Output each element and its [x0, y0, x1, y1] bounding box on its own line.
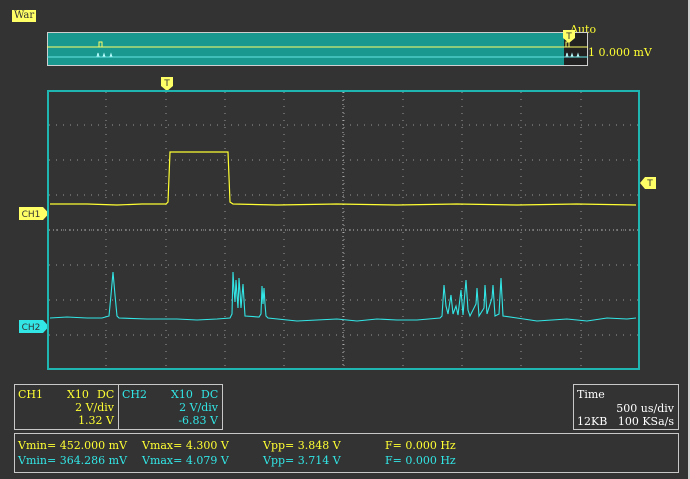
- ch2-marker-label: CH2: [22, 323, 41, 333]
- ch2-settings-panel[interactable]: CH2 X10 DC 2 V/div -6.83 V: [118, 384, 223, 430]
- ch1-offset: 1.32 V: [78, 414, 114, 427]
- timebase-panel[interactable]: Time 500 us/div 12KB 100 KSa/s: [573, 384, 679, 430]
- memory-overview-bar[interactable]: [47, 32, 588, 66]
- ch2-vmax: Vmax= 4.079 V: [142, 454, 229, 467]
- trigger-level-label: T: [646, 179, 653, 189]
- ch2-level-marker[interactable]: CH2: [19, 320, 49, 333]
- ch1-coupling: DC: [97, 388, 115, 401]
- ch1-settings-panel[interactable]: CH1 X10 DC 2 V/div 1.32 V: [14, 384, 119, 430]
- timebase-title: Time: [577, 388, 605, 401]
- ch1-marker-label: CH1: [22, 210, 41, 220]
- ch1-volts-div: 2 V/div: [75, 401, 114, 414]
- ch1-vmin: Vmin= 452.000 mV: [18, 439, 128, 452]
- trigger-level-marker[interactable]: T: [640, 177, 656, 189]
- ch2-name: CH2: [122, 388, 148, 401]
- ch1-vpp: Vpp= 3.848 V: [263, 439, 341, 452]
- oscilloscope-screen: War Auto CH1 0.000 mV T T T CH1 CH2 CH1 …: [0, 0, 689, 479]
- overview-trigger-label: T: [565, 32, 572, 42]
- ch1-frequency: F= 0.000 Hz: [385, 439, 456, 452]
- ch2-coupling: DC: [201, 388, 219, 401]
- waveform-display[interactable]: [47, 90, 640, 370]
- ch2-frequency: F= 0.000 Hz: [385, 454, 456, 467]
- ch1-vmax: Vmax= 4.300 V: [142, 439, 229, 452]
- ch2-vpp: Vpp= 3.714 V: [263, 454, 341, 467]
- ch2-probe: X10: [171, 388, 193, 401]
- ch1-level-marker[interactable]: CH1: [19, 207, 49, 220]
- ch1-probe: X10: [67, 388, 89, 401]
- status-badge: War: [12, 10, 37, 22]
- measurements-panel: Vmin= 452.000 mV Vmax= 4.300 V Vpp= 3.84…: [14, 433, 679, 473]
- ch2-vmin: Vmin= 364.286 mV: [18, 454, 128, 467]
- trigger-position-marker[interactable]: T: [161, 77, 173, 91]
- time-per-div: 500 us/div: [616, 402, 674, 415]
- ch2-volts-div: 2 V/div: [179, 401, 218, 414]
- ch2-offset: -6.83 V: [178, 414, 218, 427]
- memory-depth: 12KB: [577, 415, 608, 428]
- sample-rate: 100 KSa/s: [617, 415, 674, 428]
- ch1-name: CH1: [18, 388, 44, 401]
- trigger-position-label: T: [163, 79, 170, 89]
- overview-trigger-marker[interactable]: T: [563, 30, 575, 43]
